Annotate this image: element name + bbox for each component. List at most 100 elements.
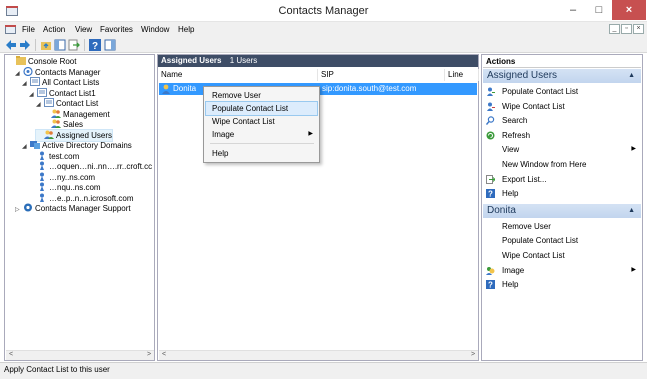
column-header-name[interactable]: Name (158, 69, 318, 81)
action-item[interactable]: Populate Contact List (486, 85, 640, 98)
tree-horizontal-scrollbar[interactable]: < > (6, 350, 154, 360)
tree-node[interactable]: Console Root (8, 56, 76, 67)
console-menu-icon[interactable] (5, 24, 16, 35)
context-remove-user[interactable]: Remove User (206, 89, 317, 102)
tree-node[interactable]: ◢ All Contact Lists (22, 77, 99, 88)
back-arrow-icon[interactable] (5, 39, 17, 51)
mdi-restore-button[interactable]: ▫ (621, 24, 632, 34)
column-header-line[interactable]: Line (445, 69, 479, 81)
export-list-icon[interactable] (68, 39, 80, 51)
context-item-label: Populate Contact List (212, 104, 289, 113)
forward-arrow-icon[interactable] (19, 39, 31, 51)
context-wipe-contact-list[interactable]: Wipe Contact List (206, 115, 317, 128)
contact-list-icon (44, 98, 54, 107)
tree-node-label: …e..p..n..n.icrosoft.com (49, 193, 134, 203)
action-item[interactable]: Export List... (486, 173, 640, 186)
support-icon (24, 203, 32, 212)
context-image[interactable]: Image ▶ (206, 128, 317, 141)
menu-favorites[interactable]: Favorites (100, 25, 133, 34)
results-horizontal-scrollbar[interactable]: < > (159, 350, 478, 360)
menu-view[interactable]: View (75, 25, 92, 34)
action-item[interactable]: View ▶ (486, 143, 640, 156)
user-add-icon (487, 87, 495, 96)
tree-node[interactable]: Management (43, 109, 110, 120)
action-label: New Window from Here (502, 160, 587, 169)
tree-node[interactable]: …ny..ns.com (29, 172, 95, 183)
menu-window[interactable]: Window (141, 25, 169, 34)
maximize-button[interactable]: □ (586, 0, 612, 20)
actions-section-header[interactable]: Donita ▲ (483, 203, 641, 218)
tree-node[interactable]: Sales (43, 119, 83, 130)
context-help[interactable]: Help (206, 147, 317, 160)
search-icon (486, 116, 495, 126)
up-folder-icon[interactable] (40, 39, 52, 51)
results-header: Assigned Users 1 Users (158, 55, 478, 67)
action-item[interactable]: New Window from Here (486, 158, 640, 171)
collapse-caret-icon[interactable]: ▲ (628, 69, 635, 83)
action-item[interactable]: Image ▶ (486, 264, 640, 277)
tree-node[interactable]: …e..p..n..n.icrosoft.com (29, 193, 133, 204)
actions-section-header[interactable]: Assigned Users ▲ (483, 69, 641, 83)
scroll-right-icon[interactable]: > (468, 351, 478, 358)
action-pane-toggle-icon[interactable] (104, 39, 116, 51)
action-item[interactable]: Search (486, 114, 640, 127)
scroll-left-icon[interactable]: < (159, 351, 169, 358)
domain-icon (40, 182, 44, 191)
minimize-button[interactable]: – (560, 0, 586, 20)
action-item[interactable]: Wipe Contact List (486, 249, 640, 262)
action-item[interactable]: ? Help (486, 187, 640, 200)
tree-node-label: Sales (63, 120, 84, 129)
tree-node[interactable]: …nqu..ns.com (29, 182, 101, 193)
actions-pane: Actions Assigned Users ▲ Populate Contact … (481, 54, 643, 361)
scroll-right-icon[interactable]: > (144, 351, 154, 358)
scroll-left-icon[interactable]: < (6, 351, 16, 358)
column-header-sip[interactable]: SIP (318, 69, 445, 81)
action-label: Remove User (502, 221, 551, 231)
menu-help[interactable]: Help (178, 25, 194, 34)
tree-node[interactable]: ◢ Contact List1 (29, 87, 96, 99)
contact-list-icon (37, 87, 47, 97)
results-title: Assigned Users (161, 56, 222, 65)
user-icon (162, 84, 170, 94)
tree-node[interactable]: ▷ Contacts Manager Support (15, 203, 131, 214)
mdi-close-button[interactable]: × (633, 24, 644, 34)
mdi-minimize-button[interactable]: _ (609, 24, 620, 34)
domain-icon (40, 151, 44, 160)
context-menu: Remove User Populate Contact List Wipe C… (203, 86, 320, 163)
menu-file[interactable]: File (22, 25, 35, 34)
toolbar-separator (84, 39, 85, 51)
tree-node[interactable]: ◢ Contacts Manager (15, 66, 100, 78)
status-text: Apply Contact List to this user (4, 365, 110, 374)
mdi-controls: _ ▫ × (609, 24, 644, 34)
tree-node[interactable]: ◢ Contact List (36, 98, 98, 109)
action-item[interactable]: ? Help (486, 278, 640, 291)
tree-node[interactable]: test.com (29, 151, 79, 162)
action-item[interactable]: Remove User (486, 220, 640, 233)
context-populate-contact-list[interactable]: Populate Contact List (205, 101, 318, 116)
tree-node[interactable]: Assigned Users (34, 128, 114, 142)
close-button[interactable]: × (612, 0, 646, 20)
tree-node[interactable]: ◢ Active Directory Domains (22, 140, 132, 151)
tree-node-label: Contacts Manager Support (35, 204, 131, 213)
console-tree-pane: Console Root ◢ Contacts Manager ◢ All Contac… (4, 54, 155, 361)
tree-node-label: test.com (49, 151, 80, 161)
title-bar: Contacts Manager – □ × (0, 0, 647, 22)
results-count: 1 Users (229, 56, 258, 65)
show-hide-tree-icon[interactable] (54, 39, 66, 51)
actions-section-title: Assigned Users (487, 70, 558, 81)
action-item[interactable]: Populate Contact List (486, 234, 640, 247)
action-label: Export List... (502, 174, 547, 184)
action-item[interactable]: Wipe Contact List (486, 100, 640, 113)
action-label: Wipe Contact List (502, 251, 565, 260)
menu-action[interactable]: Action (43, 25, 65, 34)
collapse-caret-icon[interactable]: ▲ (628, 204, 635, 218)
tree-node-label: Assigned Users (56, 130, 113, 140)
tree-expander-icon[interactable]: ▷ (15, 205, 23, 216)
help-icon[interactable]: ? (89, 39, 101, 51)
tree-node-label: Management (63, 109, 110, 119)
tree-node-label: Active Directory Domains (42, 141, 132, 150)
domain-icon (40, 193, 44, 202)
tree-node[interactable]: …oquen…ni..nn….rr..croft.cc (29, 161, 152, 172)
action-item[interactable]: Refresh (486, 129, 640, 142)
action-label: Search (502, 116, 528, 126)
